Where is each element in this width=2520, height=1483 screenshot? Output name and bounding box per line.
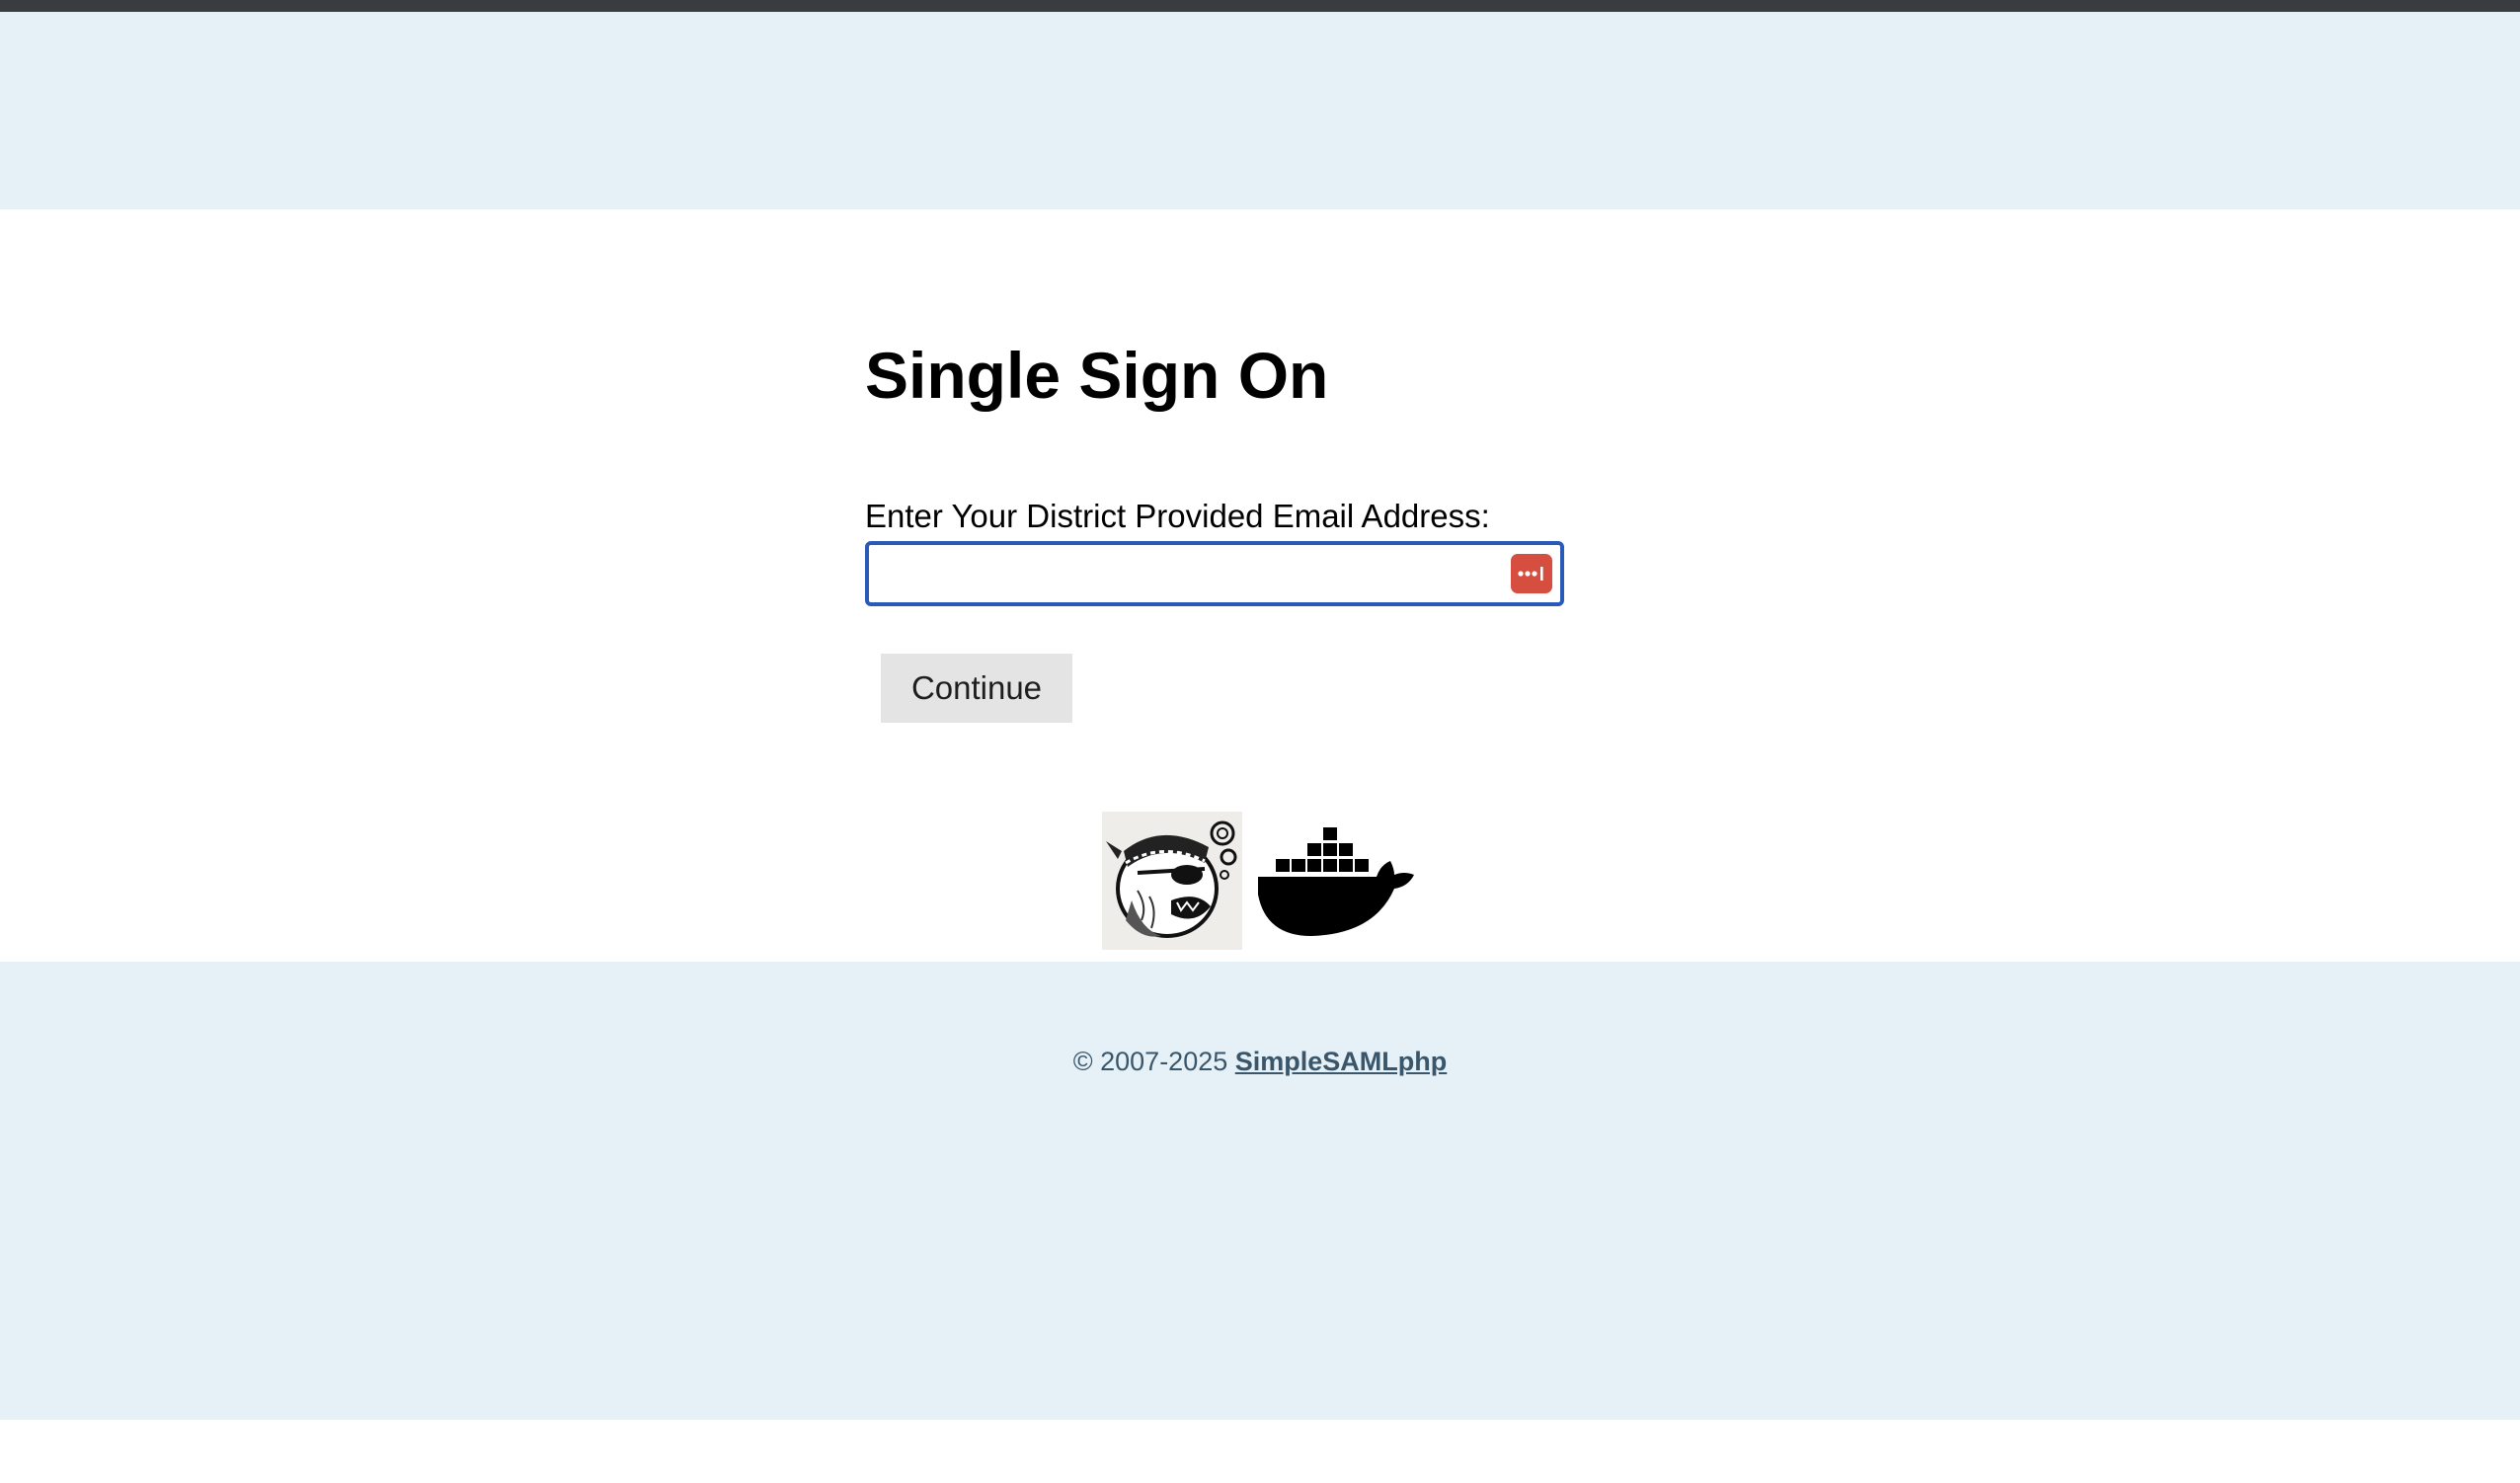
top-dark-strip: [0, 0, 2520, 12]
docker-whale-logo: [1256, 825, 1416, 942]
footer: © 2007-2025 SimpleSAMLphp: [0, 962, 2520, 1420]
copyright-text: © 2007-2025: [1072, 1047, 1228, 1076]
email-field[interactable]: [875, 551, 1471, 598]
password-manager-icon[interactable]: [1511, 554, 1552, 593]
footer-copyright: © 2007-2025 SimpleSAMLphp: [0, 1047, 2520, 1077]
page-title: Single Sign On: [865, 339, 1329, 412]
email-label: Enter Your District Provided Email Addre…: [865, 498, 1490, 534]
email-field-wrapper[interactable]: [865, 541, 1564, 606]
simplesamlphp-link[interactable]: SimpleSAMLphp: [1235, 1047, 1448, 1076]
main-content: Single Sign On Enter Your District Provi…: [0, 209, 2520, 962]
header-band: [0, 12, 2520, 209]
simplesamlphp-mascot-logo: [1102, 812, 1242, 950]
continue-button[interactable]: Continue: [881, 654, 1072, 723]
bottom-blank: [0, 1420, 2520, 1483]
